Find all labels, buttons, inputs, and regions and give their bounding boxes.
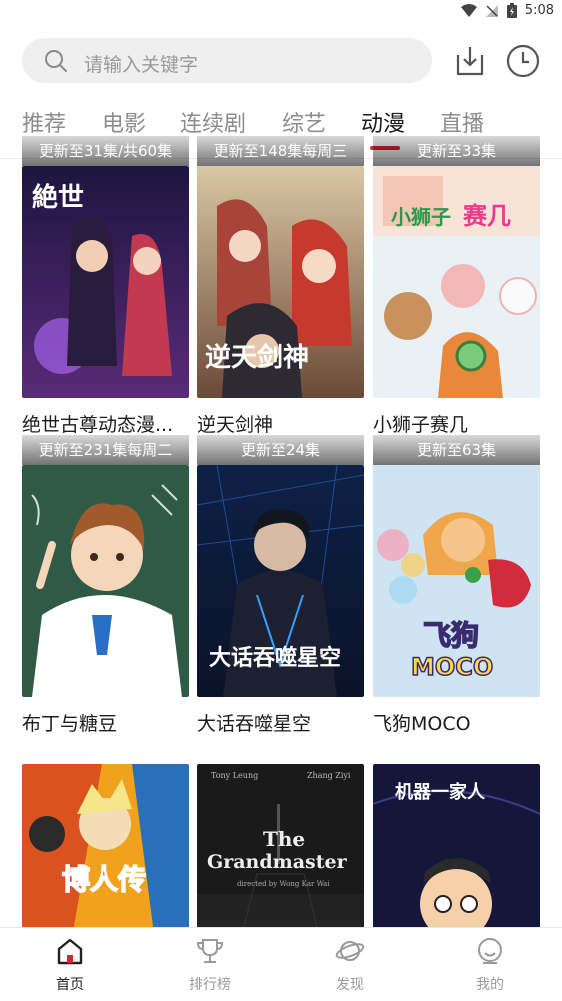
- nav-label: 排行榜: [189, 977, 231, 993]
- svg-text:directed by Wong Kar Wai: directed by Wong Kar Wai: [237, 880, 330, 888]
- card-title: 布丁与糖豆: [22, 713, 118, 735]
- no-signal-icon: [485, 4, 498, 17]
- clock-icon: [506, 44, 540, 78]
- svg-text:赛几: 赛几: [462, 202, 511, 230]
- tab-movie[interactable]: 电影: [102, 106, 146, 138]
- search-row: 请输入关键字: [22, 38, 542, 84]
- wifi-icon: [460, 3, 477, 17]
- nav-label: 我的: [476, 977, 504, 993]
- poster-image[interactable]: 逆天剑神: [197, 166, 364, 398]
- update-badge: 更新至63集: [373, 435, 540, 465]
- tab-live[interactable]: 直播: [440, 106, 484, 138]
- status-bar: 5:08: [0, 0, 562, 26]
- card-title: 大话吞噬星空: [197, 713, 312, 735]
- card-title: 逆天剑神: [197, 414, 274, 436]
- user-icon: [478, 938, 502, 964]
- planet-icon: [335, 941, 365, 961]
- svg-text:飞狗: 飞狗: [423, 619, 479, 652]
- update-badge: 更新至231集每周二: [22, 435, 189, 465]
- status-time: 5:08: [524, 3, 554, 18]
- poster-image[interactable]: 飞狗 MOCO: [373, 465, 540, 697]
- svg-text:Tony Leung: Tony Leung: [211, 771, 258, 780]
- update-badge: 更新至24集: [197, 435, 364, 465]
- card-title: 飞狗MOCO: [373, 713, 471, 735]
- svg-text:Grandmaster: Grandmaster: [207, 851, 348, 873]
- download-icon: [456, 47, 484, 76]
- nav-ranking[interactable]: 排行榜: [140, 928, 280, 1001]
- nav-discover[interactable]: 发现: [280, 928, 420, 1001]
- tab-recommend[interactable]: 推荐: [22, 106, 66, 138]
- nav-label: 发现: [336, 977, 364, 993]
- tab-series[interactable]: 连续剧: [180, 106, 246, 138]
- svg-text:独操修复: 独操修复: [403, 814, 492, 840]
- svg-text:Zhang Ziyi: Zhang Ziyi: [307, 771, 351, 780]
- svg-text:逆天剑神: 逆天剑神: [205, 342, 309, 373]
- update-badge: 更新至33集: [373, 136, 540, 166]
- search-placeholder: 请输入关键字: [84, 54, 199, 76]
- trophy-icon: [196, 939, 224, 963]
- svg-text:MOCO: MOCO: [411, 653, 493, 681]
- svg-text:小狮子: 小狮子: [391, 205, 451, 229]
- nav-home[interactable]: 首页: [0, 928, 140, 1001]
- status-icons: 5:08: [460, 3, 554, 18]
- poster-image[interactable]: 大话吞噬星空: [197, 465, 364, 697]
- update-badge: 更新至31集/共60集: [22, 136, 189, 166]
- history-button[interactable]: [505, 43, 541, 79]
- tab-anime[interactable]: 动漫: [361, 106, 405, 138]
- nav-label: 首页: [56, 977, 84, 993]
- search-input[interactable]: 请输入关键字: [22, 38, 432, 83]
- bottom-nav: 首页 排行榜 发现 我的: [0, 927, 562, 1000]
- svg-text:大话吞噬星空: 大话吞噬星空: [209, 645, 341, 671]
- download-button[interactable]: [452, 43, 488, 79]
- svg-text:The: The: [263, 827, 305, 851]
- search-icon: [45, 50, 67, 72]
- nav-mine[interactable]: 我的: [420, 928, 560, 1001]
- poster-image[interactable]: 小狮子 赛几: [373, 166, 540, 398]
- battery-icon: [506, 3, 517, 18]
- home-icon: [57, 938, 83, 965]
- svg-text:机器一家人: 机器一家人: [395, 781, 486, 803]
- tab-variety[interactable]: 综艺: [282, 106, 326, 138]
- card-title: 小狮子赛几: [373, 414, 469, 436]
- update-badge: 更新至148集每周三: [197, 136, 364, 166]
- card-title: 绝世古尊动态漫...: [22, 414, 174, 436]
- poster-image[interactable]: [22, 465, 189, 697]
- poster-image[interactable]: 絶世: [22, 166, 189, 398]
- svg-text:絶世: 絶世: [32, 182, 84, 213]
- svg-text:博人传: 博人传: [62, 863, 146, 896]
